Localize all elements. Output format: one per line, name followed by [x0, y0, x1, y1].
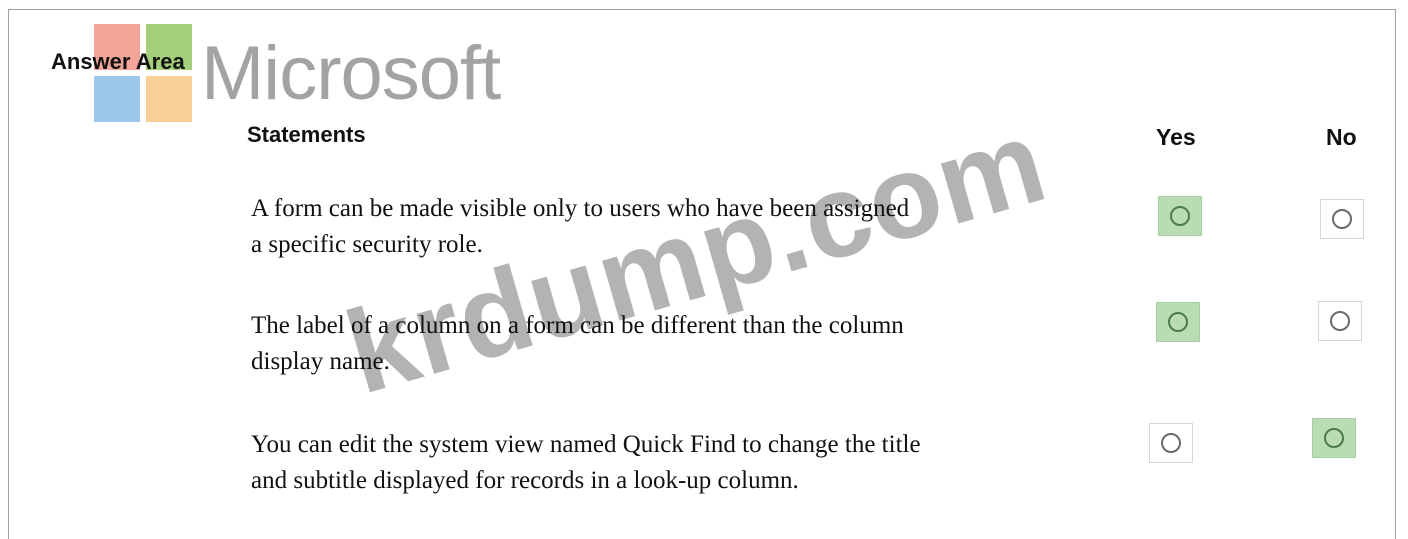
statement-1-no-option[interactable] [1320, 199, 1364, 239]
answer-area-panel: Microsoft Answer Area Statements Yes No … [8, 9, 1396, 539]
logo-square-yellow [146, 76, 192, 122]
statement-3-no-option[interactable] [1312, 418, 1356, 458]
logo-square-blue [94, 76, 140, 122]
microsoft-watermark-text: Microsoft [201, 31, 501, 116]
statement-3-line-1: You can edit the system view named Quick… [251, 431, 921, 458]
answer-area-title: Answer Area [51, 49, 185, 74]
statement-3-yes-option[interactable] [1149, 423, 1193, 463]
radio-circle-icon [1170, 206, 1190, 226]
statement-2: The label of a column on a form can be d… [251, 308, 1111, 380]
statements-header: Statements [247, 122, 366, 147]
statement-1: A form can be made visible only to users… [251, 191, 1111, 263]
no-column-header: No [1326, 124, 1357, 150]
radio-circle-icon [1332, 209, 1352, 229]
radio-circle-icon [1324, 428, 1344, 448]
statement-3-line-2: and subtitle displayed for records in a … [251, 467, 799, 494]
statement-2-line-1: The label of a column on a form can be d… [251, 312, 904, 339]
statement-2-no-option[interactable] [1318, 301, 1362, 341]
statement-2-yes-option[interactable] [1156, 302, 1200, 342]
radio-circle-icon [1161, 433, 1181, 453]
statement-3: You can edit the system view named Quick… [251, 427, 1111, 499]
statement-2-line-2: display name. [251, 348, 390, 375]
statement-1-line-1: A form can be made visible only to users… [251, 195, 910, 222]
radio-circle-icon [1168, 312, 1188, 332]
yes-column-header: Yes [1156, 124, 1196, 150]
statement-1-yes-option[interactable] [1158, 196, 1202, 236]
radio-circle-icon [1330, 311, 1350, 331]
statement-1-line-2: a specific security role. [251, 231, 483, 258]
